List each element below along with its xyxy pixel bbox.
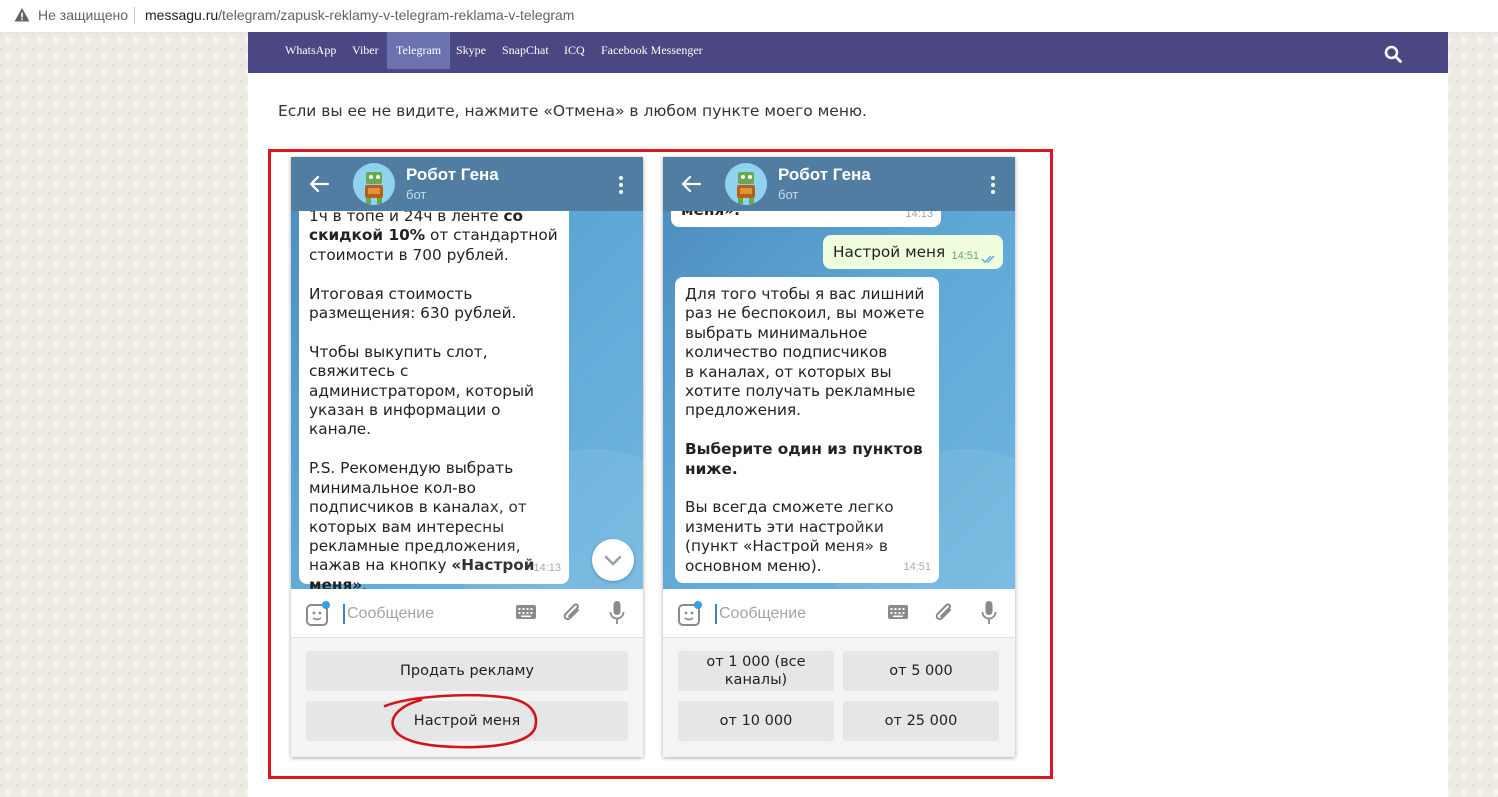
nav-item-skype[interactable]: Skype — [447, 32, 495, 69]
chat-header: Робот Гена бот — [663, 157, 1015, 211]
keyboard-icon[interactable] — [887, 604, 909, 620]
sticker-icon[interactable] — [677, 601, 703, 627]
keyboard-button-10000[interactable]: от 10 000 — [678, 701, 834, 741]
message-time: 14:51 — [951, 249, 979, 262]
microphone-icon[interactable] — [981, 600, 997, 626]
page-content: WhatsApp Viber Telegram Skype SnapChat I… — [248, 32, 1448, 797]
message-text: 1ч в топе и 24ч в ленте — [309, 211, 504, 225]
hand-drawn-circle — [383, 693, 538, 749]
nav-item-telegram[interactable]: Telegram — [387, 32, 451, 69]
address-bar[interactable]: Не защищено messagu.ru/telegram/zapusk-r… — [0, 0, 1498, 33]
phone-screenshot-left: Робот Гена бот 1ч в топе и 24ч в ленте с… — [291, 157, 643, 757]
nav-item-snapchat[interactable]: SnapChat — [493, 32, 558, 69]
double-check-icon — [981, 255, 995, 263]
back-arrow-icon[interactable] — [309, 175, 329, 193]
chat-area: 1ч в топе и 24ч в ленте со скидкой 10% о… — [291, 211, 643, 589]
bot-name: Робот Гена — [778, 165, 871, 184]
chevron-down-icon — [604, 555, 622, 566]
keyboard-button-sell-ads[interactable]: Продать рекламу — [306, 651, 628, 691]
message-bold: Выберите один из пунктов ниже. — [685, 440, 923, 478]
url-text[interactable]: messagu.ru/telegram/zapusk-reklamy-v-tel… — [145, 7, 574, 23]
chat-header: Робот Гена бот — [291, 157, 643, 211]
nav-item-whatsapp[interactable]: WhatsApp — [276, 32, 345, 69]
message-bold: меня». — [681, 211, 740, 219]
warning-icon[interactable] — [14, 7, 30, 23]
article-paragraph: Если вы ее не видите, нажмите «Отмена» в… — [278, 102, 867, 120]
message-text: Для того чтобы я вас лишний раз не беспо… — [685, 285, 925, 420]
robot-icon — [365, 172, 383, 204]
message-input[interactable]: Сообщение — [343, 604, 434, 624]
site-nav: WhatsApp Viber Telegram Skype SnapChat I… — [248, 32, 1448, 73]
attachment-icon[interactable] — [933, 601, 955, 625]
message-input-bar: Сообщение — [291, 589, 643, 638]
sticker-icon[interactable] — [305, 601, 331, 627]
message-input-bar: Сообщение — [663, 589, 1015, 638]
phone-screenshot-right: Робот Гена бот меня». 14:13 Настрой меня… — [663, 157, 1015, 757]
microphone-icon[interactable] — [609, 600, 625, 626]
url-domain: messagu.ru — [145, 7, 219, 23]
more-menu-icon[interactable] — [991, 176, 995, 194]
bot-keyboard: Продать рекламу Настрой меня — [291, 638, 643, 757]
bot-keyboard: от 1 000 (все каналы) от 5 000 от 10 000… — [663, 638, 1015, 757]
scroll-down-button[interactable] — [592, 539, 634, 581]
nav-item-viber[interactable]: Viber — [343, 32, 388, 69]
message-text: от стандартной стоимости в 700 рублей. И… — [309, 226, 558, 575]
insecure-label[interactable]: Не защищено — [38, 7, 128, 23]
keyboard-icon[interactable] — [515, 604, 537, 620]
bot-name: Робот Гена — [406, 165, 499, 184]
bot-status: бот — [778, 187, 799, 202]
message-time: 14:51 — [903, 560, 931, 573]
message-time: 14:13 — [905, 211, 933, 220]
bot-avatar[interactable] — [725, 163, 767, 205]
search-icon[interactable] — [1384, 45, 1402, 63]
more-menu-icon[interactable] — [619, 176, 623, 194]
back-arrow-icon[interactable] — [681, 175, 701, 193]
message-time: 14:13 — [533, 561, 561, 574]
nav-item-facebook-messenger[interactable]: Facebook Messenger — [592, 32, 712, 69]
chat-area: меня». 14:13 Настрой меня 14:51 Для того… — [663, 211, 1015, 589]
bot-message: Для того чтобы я вас лишний раз не беспо… — [675, 277, 939, 583]
keyboard-button-5000[interactable]: от 5 000 — [843, 651, 999, 691]
user-message: Настрой меня 14:51 — [823, 235, 1003, 269]
robot-icon — [737, 172, 755, 204]
keyboard-button-25000[interactable]: от 25 000 — [843, 701, 999, 741]
address-separator — [134, 7, 135, 24]
bot-message: 1ч в топе и 24ч в ленте со скидкой 10% о… — [299, 211, 569, 589]
nav-item-icq[interactable]: ICQ — [555, 32, 594, 69]
attachment-icon[interactable] — [561, 601, 583, 625]
message-text: Настрой меня — [833, 243, 946, 261]
keyboard-button-1000[interactable]: от 1 000 (все каналы) — [678, 651, 834, 691]
url-path: /telegram/zapusk-reklamy-v-telegram-rekl… — [218, 7, 575, 23]
message-text: Вы всегда сможете легко изменить эти нас… — [685, 498, 894, 575]
message-input[interactable]: Сообщение — [715, 604, 806, 624]
bot-avatar[interactable] — [353, 163, 395, 205]
bot-status: бот — [406, 187, 427, 202]
message-text: . — [362, 575, 368, 589]
bot-message-previous: меня». 14:13 — [671, 211, 941, 227]
